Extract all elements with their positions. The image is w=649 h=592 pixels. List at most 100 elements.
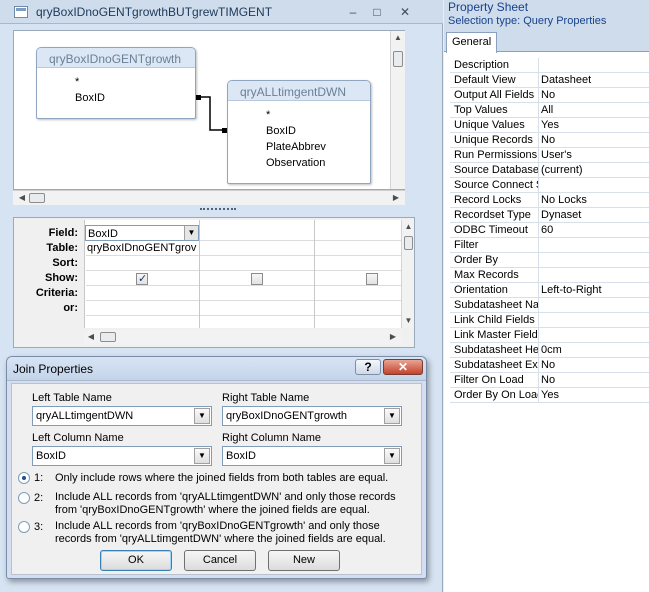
join-line[interactable]: [196, 91, 236, 141]
property-value[interactable]: Left-to-Right: [541, 284, 602, 296]
table-pane[interactable]: qryBoxIDnoGENTgrowth * BoxID qryALLtimge…: [13, 30, 405, 190]
property-row[interactable]: Source Connect Str: [450, 178, 649, 193]
grid-hscrollbar[interactable]: ◀ ▶: [84, 330, 401, 345]
property-value[interactable]: No Locks: [541, 194, 587, 206]
property-row[interactable]: Recordset Type Dynaset: [450, 208, 649, 223]
dialog-titlebar[interactable]: Join Properties ? ✕: [7, 357, 426, 381]
property-row[interactable]: Top Values All: [450, 103, 649, 118]
property-value[interactable]: Yes: [541, 389, 559, 401]
join-option-3-radio[interactable]: [18, 521, 30, 533]
left-table-label: Left Table Name: [32, 392, 112, 404]
tab-general[interactable]: General: [446, 32, 498, 53]
query-window-titlebar[interactable]: qryBoxIDnoGENTgrowthBUTgrewTIMGENT – □ ✕: [0, 0, 443, 24]
scroll-right-icon[interactable]: ▶: [386, 330, 400, 344]
ok-button[interactable]: OK: [100, 550, 172, 571]
property-value[interactable]: 60: [541, 224, 553, 236]
scroll-thumb[interactable]: [393, 51, 403, 67]
scroll-thumb[interactable]: [404, 236, 413, 250]
table-value[interactable]: qryBoxIDnoGENTgrov: [87, 242, 199, 254]
property-row[interactable]: Source Database (current): [450, 163, 649, 178]
field-list-item[interactable]: BoxID: [266, 125, 296, 137]
property-row[interactable]: ODBC Timeout 60: [450, 223, 649, 238]
table-pane-vscrollbar[interactable]: ▲: [390, 31, 405, 189]
join-option-text[interactable]: Include ALL records from 'qryBoxIDnoGENT…: [55, 520, 417, 546]
show-checkbox-3[interactable]: [366, 273, 378, 285]
property-value[interactable]: Dynaset: [541, 209, 581, 221]
property-row[interactable]: Link Master Fields: [450, 328, 649, 343]
property-value[interactable]: Datasheet: [541, 74, 591, 86]
field-list-item[interactable]: BoxID: [75, 92, 105, 104]
property-value[interactable]: All: [541, 104, 553, 116]
pane-splitter[interactable]: [13, 205, 405, 217]
field-select[interactable]: BoxID ▼: [85, 225, 199, 241]
show-checkbox-1[interactable]: ✓: [136, 273, 148, 285]
table-pane-hscrollbar[interactable]: ◀ ▶: [13, 190, 405, 205]
chevron-down-icon[interactable]: ▼: [384, 408, 400, 424]
scroll-left-icon[interactable]: ◀: [84, 330, 98, 344]
property-row[interactable]: Orientation Left-to-Right: [450, 283, 649, 298]
property-value[interactable]: 0cm: [541, 344, 562, 356]
property-row[interactable]: Subdatasheet Name: [450, 298, 649, 313]
property-value[interactable]: (current): [541, 164, 583, 176]
property-row[interactable]: Unique Records No: [450, 133, 649, 148]
field-list-item[interactable]: *: [75, 76, 79, 88]
join-option-text[interactable]: Include ALL records from 'qryALLtimgentD…: [55, 491, 417, 517]
left-column-select[interactable]: BoxID ▼: [32, 446, 212, 466]
property-row[interactable]: Output All Fields No: [450, 88, 649, 103]
new-button[interactable]: New: [268, 550, 340, 571]
scroll-up-icon[interactable]: ▲: [402, 220, 415, 234]
property-row[interactable]: Filter: [450, 238, 649, 253]
property-row[interactable]: Filter On Load No: [450, 373, 649, 388]
splitter-grip[interactable]: [200, 208, 236, 210]
table-box-qryALLtimgentDWN[interactable]: qryALLtimgentDWN * BoxID PlateAbbrev Obs…: [227, 80, 371, 184]
property-row[interactable]: Max Records: [450, 268, 649, 283]
maximize-icon[interactable]: □: [370, 5, 384, 19]
property-value[interactable]: Yes: [541, 119, 559, 131]
right-column-select[interactable]: BoxID ▼: [222, 446, 402, 466]
chevron-down-icon[interactable]: ▼: [184, 226, 198, 240]
scroll-right-icon[interactable]: ▶: [389, 191, 403, 205]
design-grid[interactable]: Field: Table: Sort: Show: Criteria: or: …: [13, 217, 415, 348]
property-row[interactable]: Subdatasheet Height0cm: [450, 343, 649, 358]
scroll-left-icon[interactable]: ◀: [15, 191, 29, 205]
property-row[interactable]: Subdatasheet ExpandedNo: [450, 358, 649, 373]
property-row[interactable]: Default View Datasheet: [450, 73, 649, 88]
property-value[interactable]: No: [541, 374, 555, 386]
property-value[interactable]: No: [541, 89, 555, 101]
left-table-select[interactable]: qryALLtimgentDWN ▼: [32, 406, 212, 426]
join-option-text[interactable]: Only include rows where the joined field…: [55, 472, 417, 485]
join-option-1-radio[interactable]: [18, 472, 30, 484]
help-button[interactable]: ?: [355, 359, 381, 375]
property-row[interactable]: Run Permissions User's: [450, 148, 649, 163]
grid-vscrollbar[interactable]: ▲ ▼: [401, 220, 414, 328]
field-list-item[interactable]: Observation: [266, 157, 325, 169]
chevron-down-icon[interactable]: ▼: [384, 448, 400, 464]
property-row[interactable]: Record Locks No Locks: [450, 193, 649, 208]
property-row[interactable]: Unique Values Yes: [450, 118, 649, 133]
join-option-2-radio[interactable]: [18, 492, 30, 504]
property-value[interactable]: User's: [541, 149, 572, 161]
scroll-down-icon[interactable]: ▼: [402, 314, 415, 328]
property-value[interactable]: No: [541, 359, 555, 371]
property-row[interactable]: Link Child Fields: [450, 313, 649, 328]
chevron-down-icon[interactable]: ▼: [194, 448, 210, 464]
field-list-item[interactable]: *: [266, 109, 270, 121]
chevron-down-icon[interactable]: ▼: [194, 408, 210, 424]
table-box-title[interactable]: qryBoxIDnoGENTgrowth: [37, 48, 195, 68]
property-row[interactable]: Description: [450, 58, 649, 73]
scroll-thumb[interactable]: [29, 193, 45, 203]
show-checkbox-2[interactable]: [251, 273, 263, 285]
minimize-icon[interactable]: –: [346, 5, 360, 19]
close-icon[interactable]: ✕: [398, 5, 412, 19]
scroll-thumb[interactable]: [100, 332, 116, 342]
property-value[interactable]: No: [541, 134, 555, 146]
property-row[interactable]: Order By: [450, 253, 649, 268]
right-table-select[interactable]: qryBoxIDnoGENTgrowth ▼: [222, 406, 402, 426]
table-box-qryBoxIDnoGENTgrowth[interactable]: qryBoxIDnoGENTgrowth * BoxID: [36, 47, 196, 119]
close-icon[interactable]: ✕: [383, 359, 423, 375]
scroll-up-icon[interactable]: ▲: [391, 31, 405, 45]
table-box-title[interactable]: qryALLtimgentDWN: [228, 81, 370, 101]
field-list-item[interactable]: PlateAbbrev: [266, 141, 326, 153]
property-row[interactable]: Order By On Load Yes: [450, 388, 649, 403]
cancel-button[interactable]: Cancel: [184, 550, 256, 571]
